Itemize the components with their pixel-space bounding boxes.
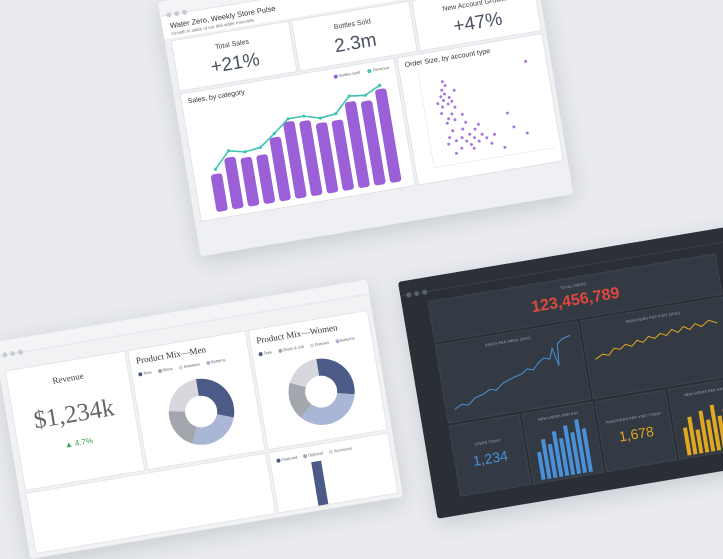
revenue-card[interactable]: Revenue $1,234k ▲ 4.7% bbox=[4, 350, 146, 491]
scatter-point bbox=[469, 143, 473, 147]
scatter-point bbox=[453, 105, 457, 109]
scatter-point bbox=[440, 112, 444, 116]
users-today-value: 1,234 bbox=[471, 447, 509, 469]
scatter-chart-plot bbox=[417, 59, 555, 168]
product-mix-men-card[interactable]: Product Mix—Men Tees Shirts Sweaters Bot… bbox=[127, 330, 266, 471]
donut-chart-women bbox=[288, 358, 355, 425]
line-point bbox=[302, 114, 306, 118]
scatter-point bbox=[464, 120, 468, 124]
y-axis bbox=[417, 72, 435, 168]
scatter-point bbox=[442, 92, 446, 96]
scatter-point bbox=[460, 146, 464, 150]
donut-chart-men bbox=[168, 378, 235, 445]
chart-legend: Featured Optional Accessory bbox=[276, 445, 357, 463]
line-point bbox=[318, 116, 322, 120]
stacked-bar bbox=[311, 460, 329, 506]
users-today-card[interactable]: USERS TODAY 1,234 bbox=[448, 413, 532, 497]
scatter-point bbox=[443, 83, 447, 87]
scatter-point bbox=[468, 132, 472, 136]
yellow-bar-chart bbox=[682, 404, 723, 456]
scatter-point bbox=[505, 111, 509, 115]
scatter-point bbox=[460, 136, 464, 140]
bar bbox=[224, 156, 244, 210]
scatter-point bbox=[503, 145, 507, 149]
scatter-point bbox=[454, 151, 458, 155]
line-series bbox=[595, 319, 718, 360]
donut-slice-sweaters bbox=[168, 379, 199, 412]
new-users-yellow-card[interactable]: NEW USERS PER DAY bbox=[667, 377, 723, 461]
pageviews-today-card[interactable]: PAGEVIEWS PER VISIT TODAY 1,678 bbox=[594, 389, 678, 473]
scatter-point bbox=[448, 136, 452, 140]
scatter-point bbox=[436, 102, 440, 106]
scatter-point bbox=[485, 136, 489, 140]
scatter-point bbox=[445, 121, 449, 125]
line-point bbox=[243, 150, 247, 154]
scatter-point bbox=[453, 118, 457, 122]
pageviews-today-value: 1,678 bbox=[617, 422, 655, 445]
legend-label: Accessory bbox=[333, 445, 353, 454]
donut-slice-tees bbox=[195, 378, 235, 418]
window-controls bbox=[405, 281, 432, 303]
scatter-point bbox=[441, 105, 445, 109]
product-mix-women-card[interactable]: Product Mix—Women Tees Shirts & Gilt Dre… bbox=[247, 309, 388, 451]
scatter-point bbox=[525, 131, 529, 135]
dashboard-window-users: TOTAL USERS 123,456,789 USERS PER WEEK (… bbox=[398, 219, 723, 519]
scatter-point bbox=[480, 132, 484, 136]
scatter-point bbox=[440, 80, 444, 84]
scatter-point bbox=[450, 99, 454, 103]
scatter-point bbox=[512, 125, 516, 129]
scatter-point bbox=[465, 139, 469, 143]
scatter-point bbox=[440, 88, 444, 92]
scatter-point bbox=[446, 102, 450, 106]
scatter-point bbox=[447, 142, 451, 146]
revenue-title: Revenue bbox=[51, 370, 85, 386]
scatter-point bbox=[452, 88, 456, 92]
dashboard-window-store-pulse: Water Zero, Weekly Store Pulse Growth in… bbox=[158, 0, 574, 257]
scatter-point bbox=[447, 95, 451, 99]
scatter-point bbox=[461, 127, 465, 131]
new-users-blue-card[interactable]: NEW USERS PER DAY bbox=[521, 401, 605, 485]
scatter-point bbox=[477, 139, 481, 143]
dashboard-window-product-mix: Revenue $1,234k ▲ 4.7% Product Mix—Men T… bbox=[0, 279, 404, 559]
line-series bbox=[454, 334, 571, 410]
blue-bar-chart bbox=[537, 419, 593, 481]
scatter-point bbox=[472, 146, 476, 150]
scatter-point bbox=[454, 139, 458, 143]
scatter-point bbox=[442, 99, 446, 103]
bar bbox=[256, 154, 275, 204]
scatter-point bbox=[473, 127, 477, 131]
donut-slice-dresses bbox=[316, 358, 355, 395]
legend-label: Featured bbox=[280, 454, 298, 463]
bar bbox=[210, 173, 228, 212]
order-size-scatter-chart[interactable]: Order Size, by account type bbox=[396, 32, 564, 186]
scatter-point bbox=[524, 59, 528, 63]
scatter-point bbox=[493, 132, 497, 136]
x-axis bbox=[434, 147, 555, 168]
scatter-point bbox=[450, 112, 454, 116]
scatter-point bbox=[460, 112, 464, 116]
scatter-point bbox=[447, 117, 451, 121]
scatter-point bbox=[490, 141, 494, 145]
bar bbox=[240, 156, 260, 207]
scatter-point bbox=[451, 129, 455, 133]
scatter-point bbox=[472, 136, 476, 140]
window-controls bbox=[1, 341, 28, 363]
scatter-point bbox=[439, 95, 443, 99]
scatter-point bbox=[476, 122, 480, 126]
legend-label: Optional bbox=[307, 450, 324, 458]
